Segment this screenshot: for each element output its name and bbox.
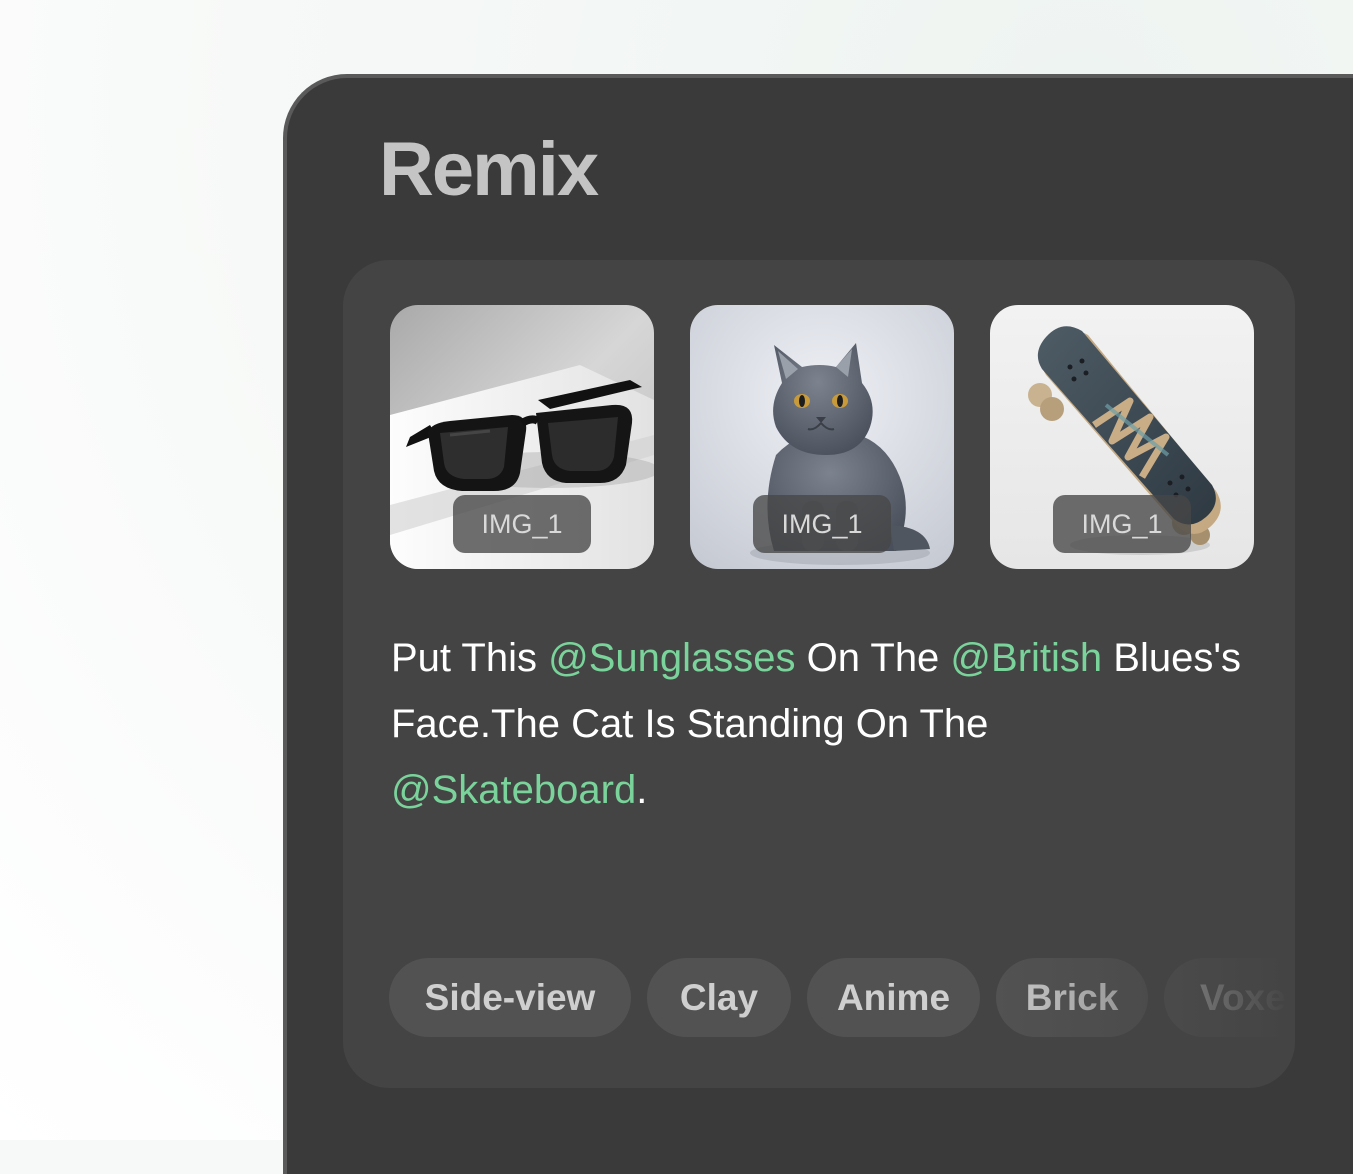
style-chip-voxel[interactable]: Voxel: [1164, 958, 1289, 1037]
mention-skateboard[interactable]: @Skateboard: [391, 768, 636, 812]
image-thumbnail-cat[interactable]: IMG_1: [690, 305, 954, 569]
prompt-text[interactable]: Put This @Sunglasses On The @British Blu…: [391, 625, 1251, 823]
mention-british[interactable]: @British: [950, 636, 1102, 680]
style-chip-clay[interactable]: Clay: [647, 958, 791, 1037]
image-thumbnail-sunglasses[interactable]: IMG_1: [390, 305, 654, 569]
style-chip-brick[interactable]: Brick: [996, 958, 1148, 1037]
remix-window: Remix IMG_1 IMG_1 IMG_1 Put This @Sungla…: [283, 74, 1353, 1174]
page-title: Remix: [379, 127, 599, 212]
remix-card: IMG_1 IMG_1 IMG_1 Put This @Sunglasses O…: [343, 260, 1295, 1088]
style-chip-anime[interactable]: Anime: [807, 958, 980, 1037]
image-thumbnail-skateboard[interactable]: IMG_1: [990, 305, 1254, 569]
prompt-text-part: Put This: [391, 636, 549, 680]
mention-sunglasses[interactable]: @Sunglasses: [548, 636, 795, 680]
image-label: IMG_1: [753, 495, 891, 553]
prompt-text-part: .: [636, 768, 648, 812]
image-label: IMG_1: [1053, 495, 1191, 553]
image-label: IMG_1: [453, 495, 591, 553]
style-chip-row: Side-view Clay Anime Brick Voxel: [389, 958, 1289, 1038]
style-chip-side-view[interactable]: Side-view: [389, 958, 631, 1037]
prompt-text-part: On The: [795, 636, 951, 680]
